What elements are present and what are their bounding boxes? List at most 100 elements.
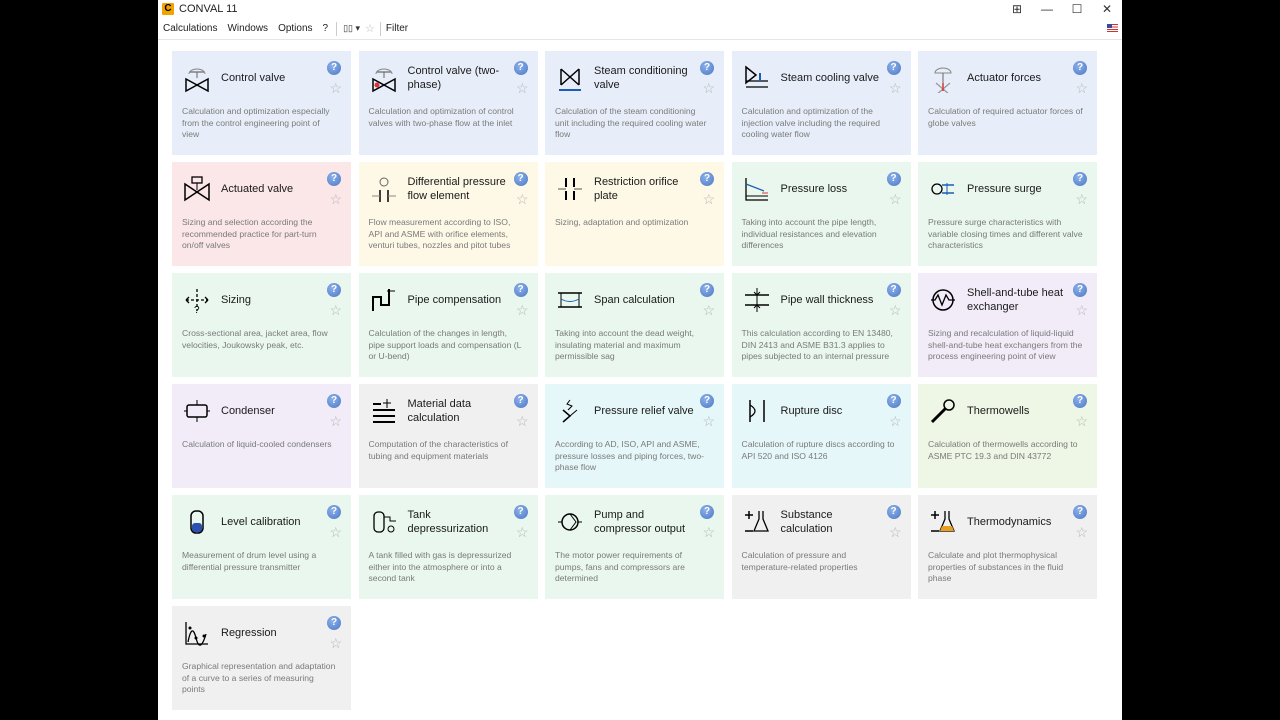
calc-card-relief-valve[interactable]: Pressure relief valve? ☆ According to AD, …: [545, 384, 724, 488]
help-icon[interactable]: ?: [1073, 283, 1087, 297]
calc-card-flow-element[interactable]: Differential pressure flow element? ☆ Flow…: [358, 162, 538, 266]
calc-card-control-valve[interactable]: Control valve? ☆ Calculation and optimizat…: [172, 51, 351, 155]
calc-card-regression[interactable]: Regression? ☆ Graphical representation and…: [172, 606, 351, 710]
favorite-star-icon[interactable]: ☆: [516, 81, 529, 95]
help-icon[interactable]: ?: [1073, 61, 1087, 75]
calc-card-steam-conditioning[interactable]: Steam conditioning valve? ☆ Calculation of…: [545, 51, 724, 155]
favorite-star-icon[interactable]: ☆: [329, 303, 342, 317]
favorite-star-icon[interactable]: ☆: [329, 81, 342, 95]
favorite-star-icon[interactable]: ☆: [329, 636, 342, 650]
card-title: Control valve: [221, 72, 286, 84]
actuated-valve-icon: [182, 174, 212, 204]
calc-card-steam-cooling[interactable]: Steam cooling valve? ☆ Calculation and opt…: [731, 51, 911, 155]
calc-card-pressure-surge[interactable]: Pressure surge? ☆ Pressure surge character…: [918, 162, 1097, 266]
menu-options[interactable]: Options: [273, 18, 317, 40]
favorite-star-icon[interactable]: ☆: [889, 303, 902, 317]
calc-card-material-data[interactable]: Material data calculation? ☆ Computation o…: [358, 384, 538, 488]
menu-calculations[interactable]: Calculations: [158, 18, 222, 40]
calc-card-wall-thickness[interactable]: Pipe wall thickness? ☆ This calculation ac…: [731, 273, 911, 377]
card-title: Substance calculation: [780, 509, 833, 535]
calc-card-level-calibration[interactable]: Level calibration? ☆ Measurement of drum l…: [172, 495, 351, 599]
language-flag-icon[interactable]: [1107, 24, 1118, 32]
calc-card-span[interactable]: Span calculation? ☆ Taking into account th…: [545, 273, 724, 377]
calc-card-actuator-forces[interactable]: Actuator forces? ☆ Calculation of required…: [918, 51, 1097, 155]
calc-card-tank[interactable]: Tank depressurization? ☆ A tank filled wit…: [358, 495, 538, 599]
favorite-star-icon[interactable]: ☆: [1075, 81, 1088, 95]
filter-label[interactable]: Filter: [384, 23, 408, 34]
help-icon[interactable]: ?: [327, 172, 341, 186]
help-icon[interactable]: ?: [886, 61, 901, 75]
favorite-star-icon[interactable]: ☆: [702, 192, 715, 206]
help-icon[interactable]: ?: [886, 283, 901, 297]
help-icon[interactable]: ?: [700, 394, 714, 408]
help-icon[interactable]: ?: [886, 394, 901, 408]
card-title: Steam conditioning valve: [594, 65, 688, 91]
minimize-button[interactable]: —: [1032, 0, 1062, 18]
favorite-star-icon[interactable]: ☆: [702, 525, 715, 539]
help-icon[interactable]: ?: [700, 505, 714, 519]
help-icon[interactable]: ?: [327, 283, 341, 297]
favorite-star-icon[interactable]: ☆: [516, 525, 529, 539]
favorite-star-icon[interactable]: ☆: [1075, 192, 1088, 206]
calc-card-rupture-disc[interactable]: Rupture disc? ☆ Calculation of rupture dis…: [731, 384, 911, 488]
help-icon[interactable]: ?: [327, 505, 341, 519]
favorite-star-icon[interactable]: ☆: [889, 414, 902, 428]
help-icon[interactable]: ?: [513, 394, 528, 408]
steam-conditioning-icon: [555, 63, 585, 93]
layout-button[interactable]: ⊞: [1002, 0, 1032, 18]
calc-card-heat-exchanger[interactable]: Shell-and-tube heat exchanger? ☆ Sizing an…: [918, 273, 1097, 377]
favorite-star-icon[interactable]: ☆: [329, 525, 342, 539]
favorite-star-icon[interactable]: ☆: [1075, 525, 1088, 539]
calc-card-actuated-valve[interactable]: Actuated valve? ☆ Sizing and selection acc…: [172, 162, 351, 266]
help-icon[interactable]: ?: [700, 61, 714, 75]
card-title: Rupture disc: [780, 405, 843, 417]
favorite-star-icon[interactable]: ☆: [1075, 414, 1088, 428]
favorite-star-icon[interactable]: ☆: [516, 192, 529, 206]
menu-windows[interactable]: Windows: [222, 18, 273, 40]
help-icon[interactable]: ?: [700, 283, 714, 297]
help-icon[interactable]: ?: [327, 61, 341, 75]
calc-card-pump[interactable]: Pump and compressor output? ☆ The motor po…: [545, 495, 724, 599]
menu-help[interactable]: ?: [318, 18, 334, 40]
favorite-star-icon[interactable]: ☆: [702, 303, 715, 317]
favorite-star-icon[interactable]: ☆: [889, 192, 902, 206]
favorite-star-icon[interactable]: ☆: [702, 414, 715, 428]
favorite-star-icon[interactable]: ☆: [1075, 303, 1088, 317]
help-icon[interactable]: ?: [886, 172, 901, 186]
help-icon[interactable]: ?: [513, 283, 528, 297]
help-icon[interactable]: ?: [513, 505, 528, 519]
maximize-button[interactable]: ☐: [1062, 0, 1092, 18]
calc-card-condenser[interactable]: Condenser? ☆ Calculation of liquid-cooled …: [172, 384, 351, 488]
favorite-star-icon[interactable]: ☆: [516, 414, 529, 428]
favorite-star-icon[interactable]: ☆: [329, 192, 342, 206]
card-header: Condenser: [182, 396, 341, 426]
help-icon[interactable]: ?: [327, 616, 341, 630]
calc-card-thermodynamics[interactable]: Thermodynamics? ☆ Calculate and plot therm…: [918, 495, 1097, 599]
help-icon[interactable]: ?: [1073, 172, 1087, 186]
calc-card-thermowell[interactable]: Thermowells? ☆ Calculation of thermowells …: [918, 384, 1097, 488]
calc-card-substance[interactable]: Substance calculation? ☆ Calculation of pr…: [731, 495, 911, 599]
help-icon[interactable]: ?: [1073, 505, 1087, 519]
favorite-star-icon[interactable]: ☆: [889, 525, 902, 539]
calc-card-control-valve-two-phase[interactable]: Control valve (two-phase)? ☆ Calculation a…: [358, 51, 538, 155]
card-description: Calculation and optimization of the inje…: [741, 106, 881, 139]
help-icon[interactable]: ?: [700, 172, 714, 186]
calc-card-orifice-plate[interactable]: Restriction orifice plate? ☆ Sizing, adapt…: [545, 162, 724, 266]
help-icon[interactable]: ?: [886, 505, 901, 519]
calc-card-pressure-loss[interactable]: Pressure loss? ☆ Taking into account the p…: [731, 162, 911, 266]
calc-card-pipe-compensation[interactable]: Pipe compensation? ☆ Calculation of the ch…: [358, 273, 538, 377]
close-button[interactable]: ✕: [1092, 0, 1122, 18]
favorite-star-icon[interactable]: ☆: [702, 81, 715, 95]
help-icon[interactable]: ?: [513, 61, 528, 75]
favorite-star-icon[interactable]: ☆: [516, 303, 529, 317]
view-toggle-dropdown[interactable]: ▯▯ ▾: [340, 23, 363, 34]
favorite-star-icon[interactable]: ☆: [889, 81, 902, 95]
help-icon[interactable]: ?: [513, 172, 528, 186]
star-filter-icon[interactable]: ☆: [363, 22, 377, 35]
card-title: Pipe wall thickness: [780, 294, 874, 306]
help-icon[interactable]: ?: [327, 394, 341, 408]
favorite-star-icon[interactable]: ☆: [329, 414, 342, 428]
help-icon[interactable]: ?: [1073, 394, 1087, 408]
card-header: Pipe wall thickness: [742, 285, 901, 315]
calc-card-sizing[interactable]: ? Sizing? ☆ Cross-sectional area, jacket ar…: [172, 273, 351, 377]
